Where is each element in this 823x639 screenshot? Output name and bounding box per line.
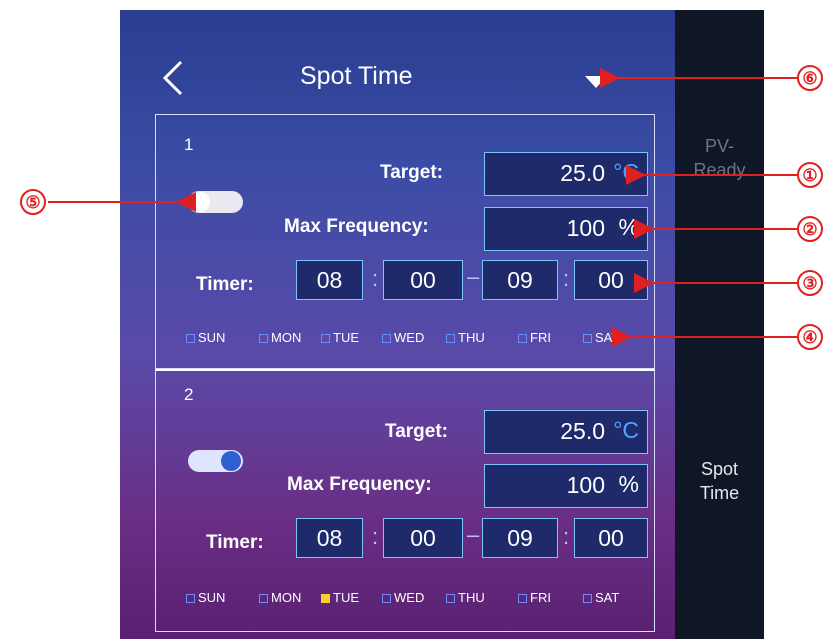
callout-4: ④	[797, 324, 823, 350]
callout-5: ⑤	[20, 189, 46, 215]
callout-1: ①	[797, 162, 823, 188]
callout-lines	[48, 68, 797, 347]
callout-2: ②	[797, 216, 823, 242]
callout-3: ③	[797, 270, 823, 296]
callout-6: ⑥	[797, 65, 823, 91]
